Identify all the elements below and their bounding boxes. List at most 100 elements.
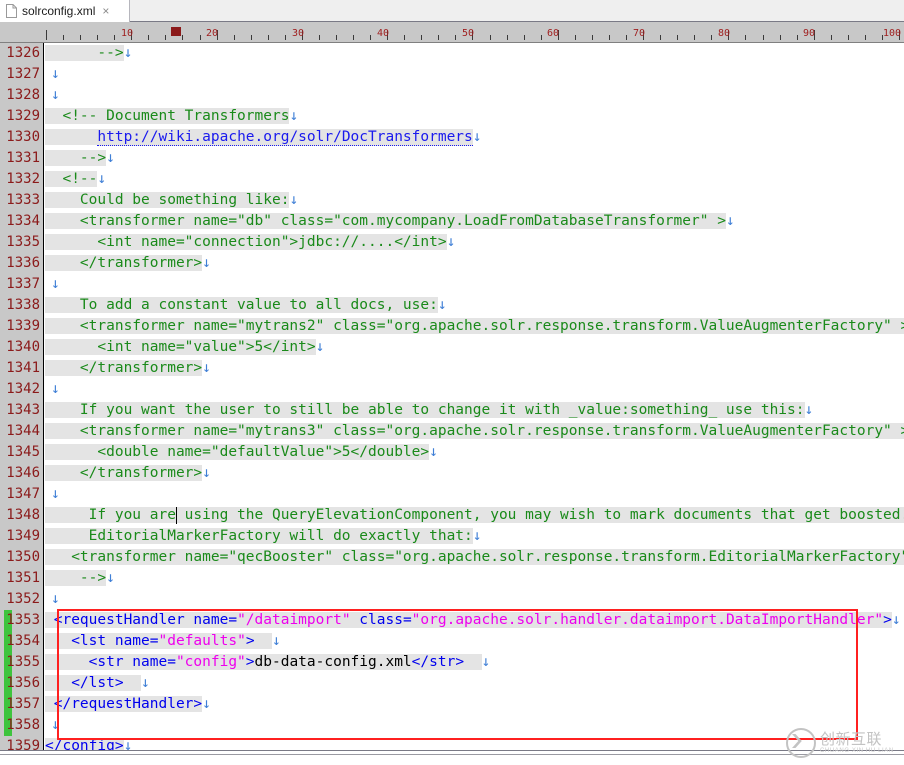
line-number: 1344 [6,423,40,439]
code-line[interactable]: </transformer>↓ [45,253,211,274]
line-number: 1352 [6,591,40,607]
code-line[interactable]: ↓ [45,715,60,736]
doc-link[interactable]: http://wiki.apache.org/solr/DocTransform… [97,129,473,146]
comment-text: If you are using the QueryElevationCompo… [45,507,904,523]
ruler-tick [677,35,678,40]
ruler-tick [46,30,47,40]
ruler-tick [404,35,405,40]
code-line[interactable]: ↓ [45,484,60,505]
code-line[interactable]: <!--↓ [45,169,106,190]
tab-label: solrconfig.xml [22,4,96,18]
line-number: 1332 [6,171,40,187]
close-icon[interactable]: × [102,5,109,17]
ruler-label: 20 [206,28,219,39]
line-number: 1333 [6,192,40,208]
comment-text: </transformer> [45,465,203,481]
code-line[interactable]: -->↓ [45,568,115,589]
ruler-tick [745,35,746,40]
line-number: 1349 [6,528,40,544]
xml-indent [45,654,54,670]
code-line[interactable]: <int name="connection">jdbc://....</int>… [45,232,455,253]
comment-text: </transformer> [45,255,203,271]
code-editor[interactable]: 1326 1327 1328 1329 1330 1331 1332 1333 1334 1335… [0,43,904,750]
ruler-position-marker[interactable] [171,27,181,36]
line-number: 1327 [6,66,40,82]
eol-marker: ↓ [472,528,482,544]
ruler-tick [626,35,627,40]
xml-tag: > [245,633,255,649]
line-number: 1342 [6,381,40,397]
code-line[interactable]: </config>↓ [45,736,132,750]
comment-text: If you want the user to still be able to… [45,402,805,418]
eol-marker: ↓ [123,45,133,61]
tab-solrconfig-xml[interactable]: solrconfig.xml × [0,0,130,22]
code-line[interactable]: <transformer name="mytrans3" class="org.… [45,421,904,442]
eol-marker: ↓ [272,633,281,649]
eol-marker: ↓ [106,570,115,586]
code-line[interactable]: ↓ [45,274,60,295]
xml-text [464,654,482,670]
xml-indent [45,633,54,649]
code-line[interactable]: <transformer name="mytrans2" class="org.… [45,316,904,337]
code-line[interactable]: If you are using the QueryElevationCompo… [45,505,904,526]
code-line[interactable]: ↓ [45,85,60,106]
code-line[interactable]: <lst name="defaults"> ↓ [45,631,281,652]
code-line[interactable]: <!-- Document Transformers↓ [45,106,298,127]
code-line[interactable]: <str name="config">db-data-config.xml</s… [45,652,490,673]
ruler-ticks: 10 20 30 40 50 60 70 80 90 100 [0,22,904,42]
code-line[interactable]: <int name="value">5</int>↓ [45,337,324,358]
line-number: 1335 [6,234,40,250]
ruler-label: 30 [292,28,305,39]
line-number: 1330 [6,129,40,145]
code-line[interactable]: To add a constant value to all docs, use… [45,295,447,316]
ruler-tick [421,35,422,40]
code-line[interactable]: -->↓ [45,148,115,169]
line-number: 1348 [6,507,40,523]
eol-marker: ↓ [481,654,491,670]
code-text-area[interactable]: -->↓ ↓ ↓ <!-- Document Transformers↓ http:… [45,43,904,750]
code-line[interactable]: </requestHandler>↓ [45,694,211,715]
ruler-tick [285,35,286,40]
code-line[interactable]: -->↓ [45,43,132,64]
code-line[interactable]: ↓ [45,379,60,400]
line-number: 1351 [6,570,40,586]
comment-text: </transformer> [45,360,203,376]
comment-text: <transformer name="db" class="com.mycomp… [45,213,726,229]
xml-indent [45,675,54,691]
comment-text: <!-- Document Transformers [45,108,290,124]
code-line[interactable]: EditorialMarkerFactory will do exactly t… [45,526,482,547]
code-line[interactable]: </lst> ↓ [45,673,150,694]
xml-tag: > [883,612,892,628]
eol-marker: ↓ [472,129,482,145]
ruler-tick [182,35,183,40]
xml-tag: > [245,654,255,670]
code-line[interactable]: <transformer name="db" class="com.mycomp… [45,211,735,232]
ruler-tick [865,35,866,40]
xml-text: db-data-config.xml [254,654,412,670]
ruler-tick [575,35,576,40]
comment-text: EditorialMarkerFactory will do exactly t… [45,528,473,544]
code-line[interactable]: ↓ [45,589,60,610]
code-line[interactable]: </transformer>↓ [45,463,211,484]
code-line[interactable]: http://wiki.apache.org/solr/DocTransform… [45,127,482,148]
line-number: 1329 [6,108,40,124]
ruler-tick [711,35,712,40]
line-number-gutter: 1326 1327 1328 1329 1330 1331 1332 1333 1334 1335… [0,43,44,750]
code-line[interactable]: ↓ [45,64,60,85]
ruler-label: 70 [633,28,646,39]
code-line[interactable]: If you want the user to still be able to… [45,400,813,421]
ruler-tick [848,35,849,40]
xml-tag: class= [350,612,412,628]
eol-marker: ↓ [437,297,447,313]
code-line[interactable]: <double name="defaultValue">5</double>↓ [45,442,438,463]
xml-tag: </lst> [53,675,124,691]
code-line[interactable]: <requestHandler name="/dataimport" class… [45,610,901,631]
eol-marker: ↓ [202,465,211,481]
xml-indent [45,696,54,712]
xml-tag: </config> [45,738,124,750]
code-line[interactable]: </transformer>↓ [45,358,211,379]
column-ruler: 10 20 30 40 50 60 70 80 90 100 [0,22,904,43]
code-line[interactable]: <transformer name="qecBooster" class="or… [45,547,904,568]
code-line[interactable]: Could be something like:↓ [45,190,298,211]
eol-marker: ↓ [289,192,299,208]
